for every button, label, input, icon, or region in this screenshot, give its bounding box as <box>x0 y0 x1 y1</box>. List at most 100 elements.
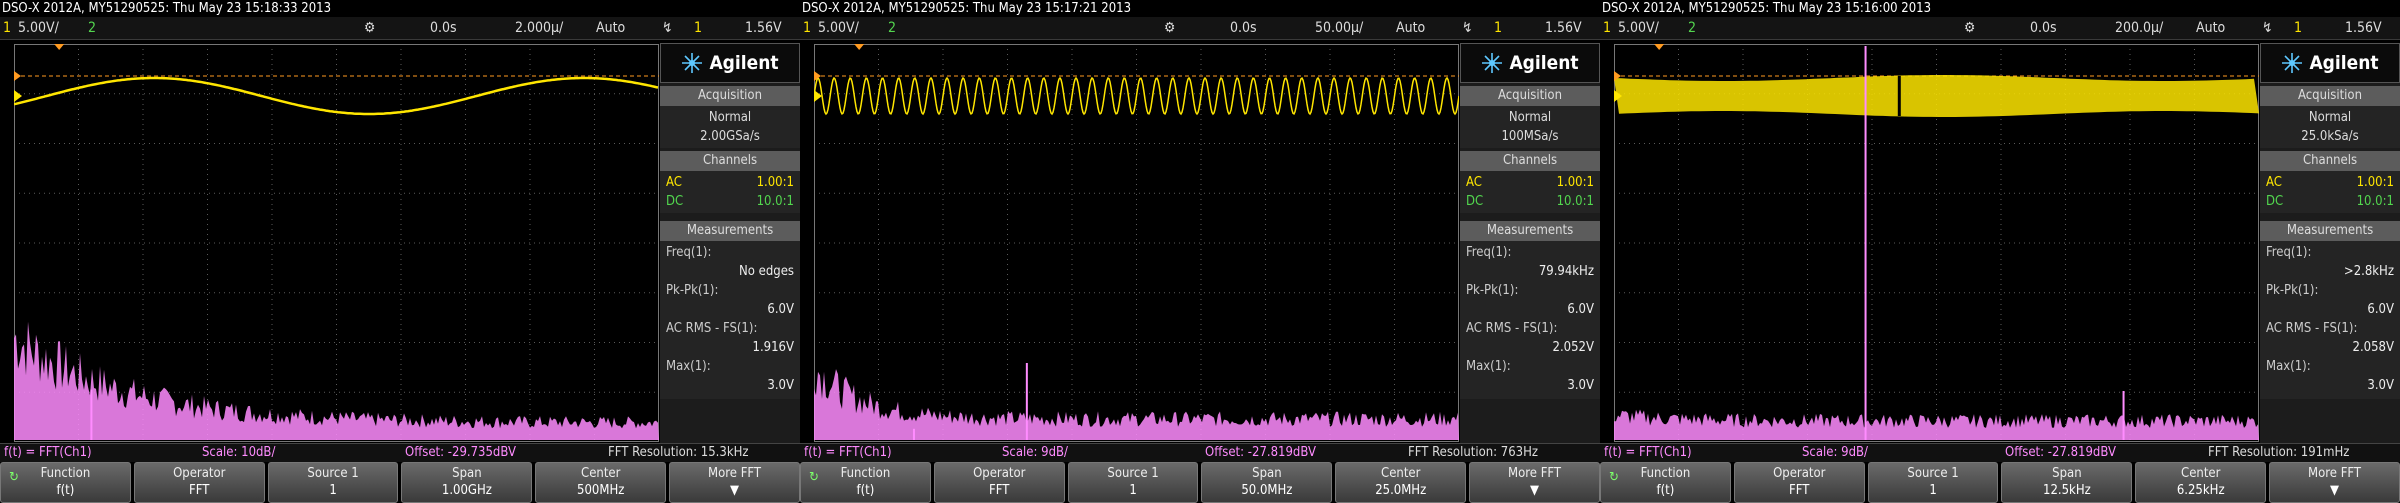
source-softkey[interactable]: Source 1 1 <box>1067 462 1199 503</box>
delay-value[interactable]: 0.0s <box>430 17 457 39</box>
measurements-info: Freq(1): >2.8kHz Pk-Pk(1): 6.0V AC RMS -… <box>2260 241 2400 399</box>
max-label: Max(1): <box>666 359 711 374</box>
trigger-mode[interactable]: Auto <box>1396 17 1425 39</box>
trigger-source[interactable]: 1 <box>2294 17 2302 39</box>
function-label: Function <box>40 466 91 481</box>
pkpk-label: Pk-Pk(1): <box>1466 283 1519 298</box>
acrms-label: AC RMS - FS(1): <box>666 321 758 336</box>
acq-mode: Normal <box>1508 110 1552 125</box>
more-fft-softkey[interactable]: More FFT ▼ <box>669 462 800 503</box>
pkpk-value: 6.0V <box>2367 302 2394 317</box>
trigger-source[interactable]: 1 <box>694 17 702 39</box>
measurements-info: Freq(1): No edges Pk-Pk(1): 6.0V AC RMS … <box>660 241 800 399</box>
trigger-level[interactable]: 1.56V <box>1545 17 1582 39</box>
operator-softkey[interactable]: Operator FFT <box>133 462 265 503</box>
function-label: Function <box>1640 466 1691 481</box>
waveform-display[interactable] <box>814 44 1459 442</box>
freq-label: Freq(1): <box>2266 245 2312 260</box>
side-panel: Agilent Acquisition Normal 100MSa/s Chan… <box>1460 43 1600 443</box>
pkpk-value: 6.0V <box>767 302 794 317</box>
acquisition-info: Normal 2.00GSa/s <box>660 106 800 148</box>
function-softkey[interactable]: ↻ Function f(t) <box>0 462 131 503</box>
acquisition-header: Acquisition <box>2260 86 2400 106</box>
ch1-ground-marker[interactable] <box>14 90 22 102</box>
ch1-scale[interactable]: 5.00V/ <box>818 17 859 39</box>
span-value: 12.5kHz <box>2043 483 2091 498</box>
max-value: 3.0V <box>2367 378 2394 393</box>
trigger-mode[interactable]: Auto <box>2196 17 2225 39</box>
source-softkey[interactable]: Source 1 1 <box>1867 462 1999 503</box>
center-softkey[interactable]: Center 6.25kHz <box>2135 462 2267 503</box>
ch1-trace <box>1614 75 2259 117</box>
more-fft-softkey[interactable]: More FFT ▼ <box>1469 462 1600 503</box>
center-softkey[interactable]: Center 25.0MHz <box>1335 462 1467 503</box>
waveform-display[interactable] <box>14 44 659 442</box>
timebase-value[interactable]: 200.0µ/ <box>2115 17 2163 39</box>
ch1-coupling: AC <box>1466 175 1482 190</box>
trigger-position-marker[interactable] <box>54 44 65 50</box>
function-value: f(t) <box>56 483 75 498</box>
measurements-header: Measurements <box>2260 221 2400 241</box>
waveform-display[interactable] <box>1614 44 2259 442</box>
scope-screen-3: DSO-X 2012A, MY51290525: Thu May 23 15:1… <box>1600 0 2400 503</box>
gear-icon[interactable]: ⚙ <box>364 17 375 39</box>
trigger-slope-icon: ↯ <box>662 20 673 36</box>
rotate-knob-icon: ↻ <box>1609 470 1619 485</box>
timebase-value[interactable]: 50.00µ/ <box>1315 17 1363 39</box>
ch2-probe-ratio: 10.0:1 <box>1556 194 1594 209</box>
span-softkey[interactable]: Span 1.00GHz <box>401 462 533 503</box>
function-softkey[interactable]: ↻ Function f(t) <box>1600 462 1731 503</box>
brand-name: Agilent <box>709 52 779 74</box>
trigger-position-marker[interactable] <box>1654 44 1665 50</box>
ch2-indicator[interactable]: 2 <box>88 17 96 39</box>
channels-info: AC 1.00:1 DC 10.0:1 <box>660 171 800 213</box>
trigger-position-marker[interactable] <box>854 44 865 50</box>
function-softkey[interactable]: ↻ Function f(t) <box>800 462 931 503</box>
trigger-source[interactable]: 1 <box>1494 17 1502 39</box>
softkey-bar: ↻ Function f(t) Operator FFT Source 1 1 … <box>1600 462 2400 503</box>
ch2-indicator[interactable]: 2 <box>1688 17 1696 39</box>
ch2-probe-ratio: 10.0:1 <box>2356 194 2394 209</box>
delay-value[interactable]: 0.0s <box>2030 17 2057 39</box>
operator-softkey[interactable]: Operator FFT <box>933 462 1065 503</box>
ch1-trace <box>14 76 659 116</box>
acrms-label: AC RMS - FS(1): <box>2266 321 2358 336</box>
ch1-scale[interactable]: 5.00V/ <box>18 17 59 39</box>
timebase-value[interactable]: 2.000µ/ <box>515 17 563 39</box>
ch1-scale[interactable]: 5.00V/ <box>1618 17 1659 39</box>
ch1-indicator[interactable]: 1 <box>803 17 811 39</box>
softkey-bar: ↻ Function f(t) Operator FFT Source 1 1 … <box>0 462 800 503</box>
source-softkey[interactable]: Source 1 1 <box>267 462 399 503</box>
trigger-level[interactable]: 1.56V <box>2345 17 2382 39</box>
span-softkey[interactable]: Span 50.0MHz <box>1201 462 1333 503</box>
pkpk-label: Pk-Pk(1): <box>2266 283 2319 298</box>
source-value: 1 <box>1929 483 1937 498</box>
span-softkey[interactable]: Span 12.5kHz <box>2001 462 2133 503</box>
ch2-indicator[interactable]: 2 <box>888 17 896 39</box>
status-bar: 1 5.00V/ 2 ⚙ 0.0s 200.0µ/ Auto ↯ 1 1.56V <box>1600 17 2400 40</box>
trigger-mode[interactable]: Auto <box>596 17 625 39</box>
center-softkey[interactable]: Center 500MHz <box>535 462 667 503</box>
source-label: Source 1 <box>1907 466 1959 481</box>
ch1-indicator[interactable]: 1 <box>3 17 11 39</box>
pkpk-value: 6.0V <box>1567 302 1594 317</box>
operator-softkey[interactable]: Operator FFT <box>1733 462 1865 503</box>
channels-header: Channels <box>660 151 800 171</box>
more-fft-softkey[interactable]: More FFT ▼ <box>2269 462 2400 503</box>
trigger-level[interactable]: 1.56V <box>745 17 782 39</box>
ch1-indicator[interactable]: 1 <box>1603 17 1611 39</box>
math-scale: Scale: 9dB/ <box>1802 445 1868 460</box>
gear-icon[interactable]: ⚙ <box>1964 17 1975 39</box>
measurements-info: Freq(1): 79.94kHz Pk-Pk(1): 6.0V AC RMS … <box>1460 241 1600 399</box>
delay-value[interactable]: 0.0s <box>1230 17 1257 39</box>
rotate-knob-icon: ↻ <box>9 470 19 485</box>
gear-icon[interactable]: ⚙ <box>1164 17 1175 39</box>
source-value: 1 <box>1129 483 1137 498</box>
brand-name: Agilent <box>2309 52 2379 74</box>
trigger-marker[interactable] <box>14 71 21 81</box>
ch2-coupling: DC <box>1466 194 1484 209</box>
source-label: Source 1 <box>1107 466 1159 481</box>
more-fft-label: More FFT <box>708 466 762 481</box>
softkey-bar: ↻ Function f(t) Operator FFT Source 1 1 … <box>800 462 1600 503</box>
measurements-header: Measurements <box>660 221 800 241</box>
